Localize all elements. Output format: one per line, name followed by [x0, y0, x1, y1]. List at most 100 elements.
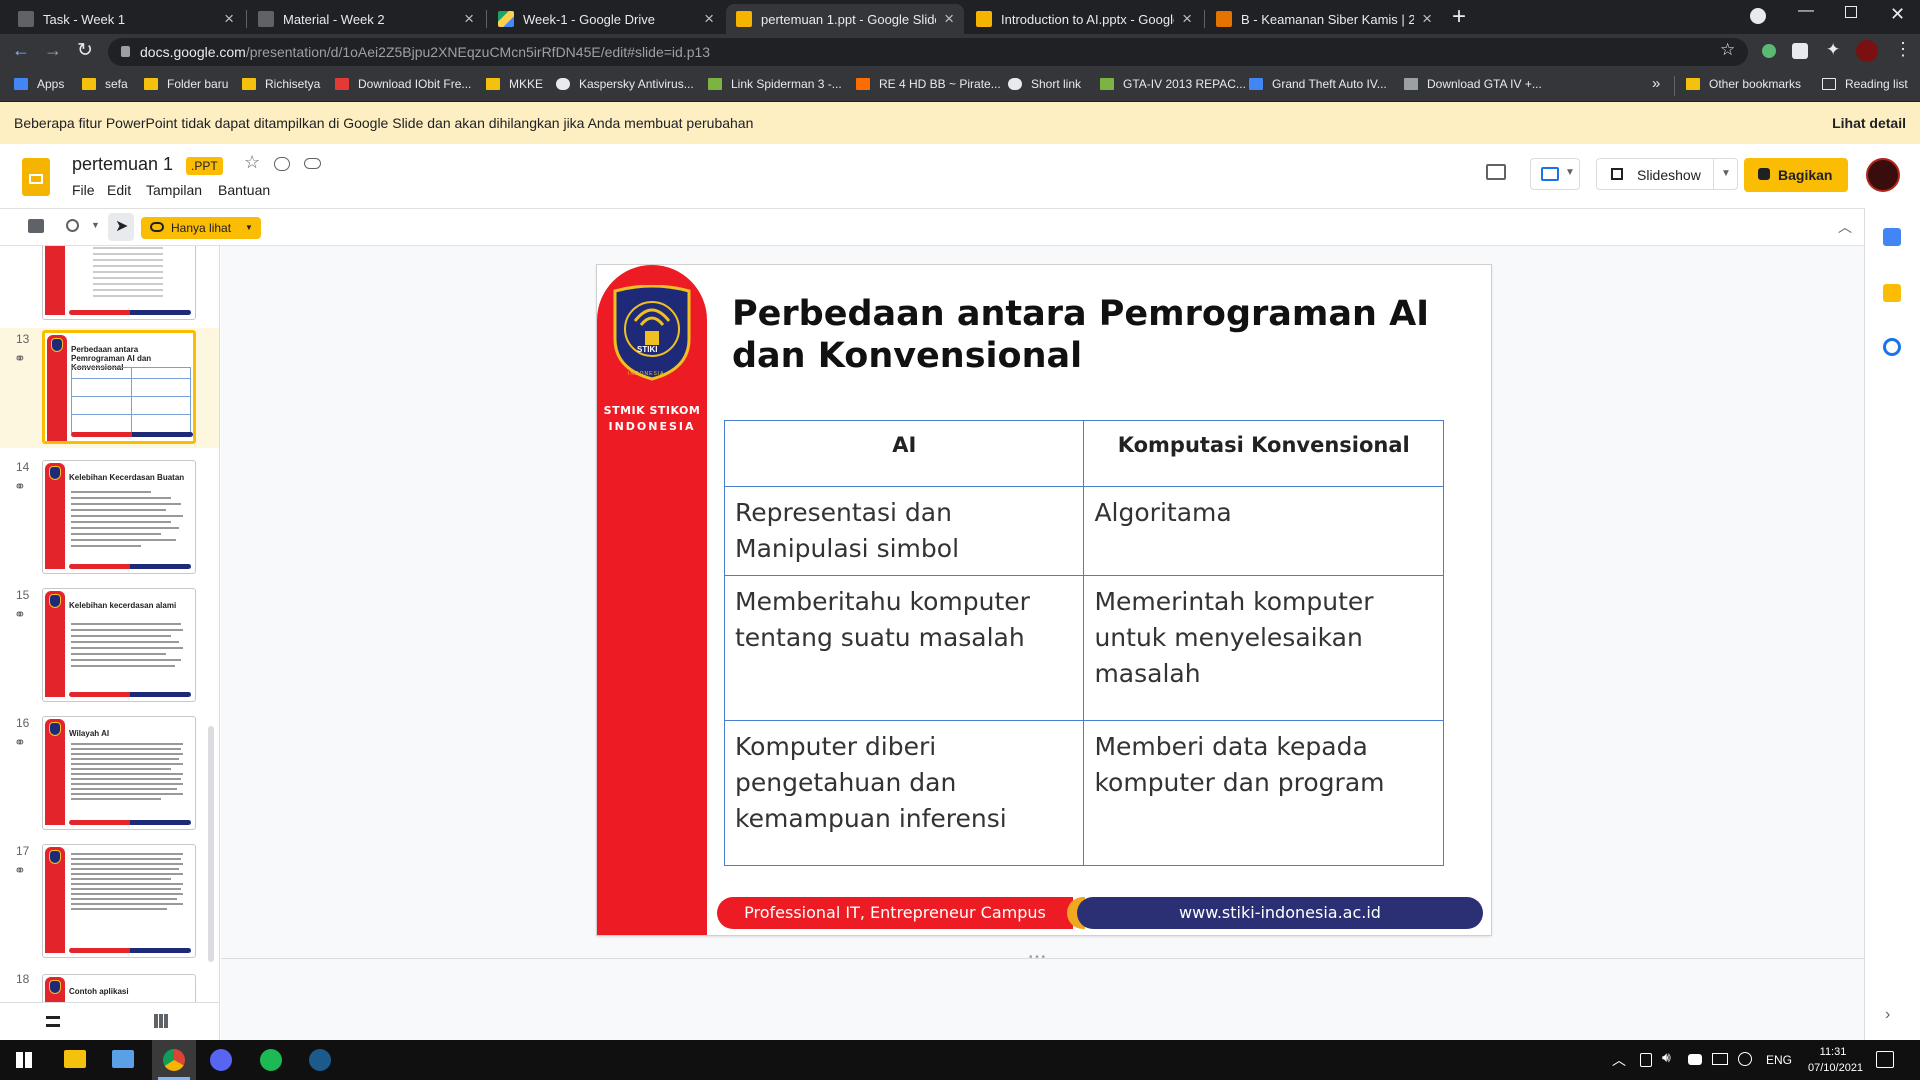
slide-thumbnail[interactable]: Kelebihan Kecerdasan Buatan	[42, 460, 196, 574]
bookmark-apps[interactable]: Apps	[14, 77, 64, 91]
cloud-status-icon[interactable]	[304, 158, 321, 169]
keep-icon[interactable]	[1883, 284, 1901, 302]
bookmark-item[interactable]: Folder baru	[144, 77, 228, 91]
filmstrip-view-icon[interactable]	[46, 1016, 60, 1027]
present-options-button[interactable]: ▼	[1530, 158, 1580, 190]
slide-thumbnail[interactable]	[42, 844, 196, 958]
select-tool-button[interactable]: ➤	[108, 213, 134, 241]
bookmark-item[interactable]: Richisetya	[242, 77, 320, 91]
print-icon[interactable]	[28, 219, 44, 233]
browser-menu-icon[interactable]: ⋮	[1894, 39, 1912, 60]
slide-thumbnail-selected[interactable]: Perbedaan antara Pemrograman AI dan Konv…	[42, 330, 196, 444]
minimize-window-icon[interactable]: —	[1798, 2, 1814, 20]
show-hidden-icons[interactable]: ︿	[1612, 1050, 1626, 1070]
forward-icon[interactable]: →	[44, 40, 62, 61]
bookmark-item[interactable]: MKKE	[486, 77, 543, 91]
bookmark-item[interactable]: Download IObit Fre...	[335, 77, 471, 91]
slideshow-button[interactable]: Slideshow ▼	[1596, 158, 1738, 190]
reading-list[interactable]: Reading list	[1822, 77, 1908, 91]
browser-tab[interactable]: Introduction to AI.pptx - Google ×	[966, 4, 1202, 34]
notifications-icon[interactable]	[1876, 1051, 1894, 1068]
menu-help[interactable]: Bantuan	[218, 182, 270, 198]
see-details-link[interactable]: Lihat detail	[1832, 115, 1906, 131]
profile-avatar[interactable]	[1856, 40, 1878, 62]
share-button[interactable]: Bagikan	[1744, 158, 1848, 192]
extension-icon[interactable]	[1762, 44, 1776, 58]
bookmark-item[interactable]: RE 4 HD BB ~ Pirate...	[856, 77, 1001, 91]
network-icon[interactable]	[1712, 1053, 1728, 1065]
pen-icon[interactable]	[1738, 1052, 1752, 1066]
close-tab-icon[interactable]: ×	[704, 9, 714, 29]
chevron-down-icon[interactable]: ▼	[1721, 168, 1731, 179]
more-bookmarks-button[interactable]: »	[1652, 75, 1660, 92]
bookmark-item[interactable]: Download GTA IV +...	[1404, 77, 1542, 91]
menu-file[interactable]: File	[72, 182, 95, 198]
steam-icon[interactable]	[309, 1049, 331, 1071]
chevron-down-icon[interactable]: ▼	[91, 220, 100, 230]
device-icon[interactable]	[1640, 1053, 1652, 1067]
comments-icon[interactable]	[1486, 164, 1506, 180]
calendar-icon[interactable]	[1883, 228, 1901, 246]
extensions-puzzle-icon[interactable]: ✦	[1826, 40, 1840, 60]
slide-title: Perbedaan antara Pemrograman AI dan Konv…	[732, 294, 1430, 376]
filmstrip-scrollbar[interactable]	[208, 726, 214, 962]
slides-logo-icon[interactable]	[22, 158, 50, 196]
document-title[interactable]: pertemuan 1	[72, 154, 173, 175]
reload-icon[interactable]: ↻	[77, 39, 93, 62]
expand-panel-icon[interactable]: ›	[1885, 1006, 1890, 1024]
language-indicator[interactable]: ENG	[1766, 1053, 1792, 1067]
bookmarks-bar: Apps sefa Folder baru Richisetya Downloa…	[0, 70, 1920, 102]
browser-tab[interactable]: Week-1 - Google Drive ×	[488, 4, 724, 34]
move-to-folder-icon[interactable]	[274, 157, 290, 171]
view-only-button[interactable]: Hanya lihat ▼	[141, 217, 261, 239]
close-tab-icon[interactable]: ×	[224, 9, 234, 29]
restore-window-icon[interactable]	[1845, 6, 1857, 18]
clock[interactable]: 11:31 07/10/2021	[1808, 1044, 1863, 1076]
back-icon[interactable]: ←	[12, 40, 30, 61]
other-bookmarks[interactable]: Other bookmarks	[1686, 77, 1801, 91]
browser-tab[interactable]: Material - Week 2 ×	[248, 4, 484, 34]
tab-search-icon[interactable]	[1750, 8, 1766, 24]
menu-view[interactable]: Tampilan	[146, 182, 202, 198]
browser-tab[interactable]: B - Keamanan Siber Kamis | 2021/ ×	[1206, 4, 1442, 34]
bookmark-item[interactable]: Link Spiderman 3 -...	[708, 77, 842, 91]
close-tab-icon[interactable]: ×	[1182, 9, 1192, 29]
windows-start-icon[interactable]	[16, 1052, 32, 1068]
menu-edit[interactable]: Edit	[107, 182, 131, 198]
table-cell: Komputer diberi pengetahuan dan kemampua…	[723, 720, 1085, 866]
file-type-badge: .PPT	[186, 157, 223, 175]
speaker-icon[interactable]: 🔊︎	[1662, 1049, 1671, 1066]
close-tab-icon[interactable]: ×	[944, 9, 954, 29]
close-window-icon[interactable]: ✕	[1890, 4, 1905, 25]
tasks-icon[interactable]	[1883, 338, 1901, 356]
url-input[interactable]: docs.google.com/presentation/d/1oAei2Z5B…	[108, 38, 1748, 66]
account-avatar[interactable]	[1866, 158, 1900, 192]
grid-view-icon[interactable]	[154, 1014, 168, 1028]
bookmark-item[interactable]: GTA-IV 2013 REPAC...	[1100, 77, 1246, 91]
slide-thumbnail[interactable]: Kelebihan kecerdasan alami	[42, 588, 196, 702]
bookmark-item[interactable]: Kaspersky Antivirus...	[556, 77, 694, 91]
close-tab-icon[interactable]: ×	[464, 9, 474, 29]
browser-tab[interactable]: Task - Week 1 ×	[8, 4, 244, 34]
bookmark-star-icon[interactable]: ☆	[1720, 40, 1735, 60]
slide-thumbnail[interactable]: Wilayah AI	[42, 716, 196, 830]
chrome-taskbar-button[interactable]	[152, 1040, 196, 1080]
control-panel-icon[interactable]	[112, 1050, 134, 1068]
bookmark-item[interactable]: Grand Theft Auto IV...	[1249, 77, 1387, 91]
bookmark-item[interactable]: sefa	[82, 77, 128, 91]
new-tab-button[interactable]: +	[1452, 3, 1466, 31]
discord-tray-icon[interactable]	[1688, 1054, 1702, 1065]
file-explorer-icon[interactable]	[64, 1050, 86, 1068]
browser-tab-active[interactable]: pertemuan 1.ppt - Google Slide ×	[726, 4, 964, 34]
collapse-toolbar-icon[interactable]: ︿	[1838, 217, 1852, 237]
resize-handle-icon[interactable]: • • •	[1029, 952, 1045, 963]
zoom-icon[interactable]	[66, 219, 79, 232]
spotify-icon[interactable]	[260, 1049, 282, 1071]
discord-icon[interactable]	[210, 1049, 232, 1071]
bookmark-item[interactable]: Short link	[1008, 77, 1081, 91]
close-tab-icon[interactable]: ×	[1422, 9, 1432, 29]
slide-thumbnail[interactable]	[42, 246, 196, 320]
extension-icon[interactable]	[1792, 43, 1808, 59]
folder-icon	[242, 78, 256, 90]
star-icon[interactable]: ☆	[244, 152, 260, 173]
